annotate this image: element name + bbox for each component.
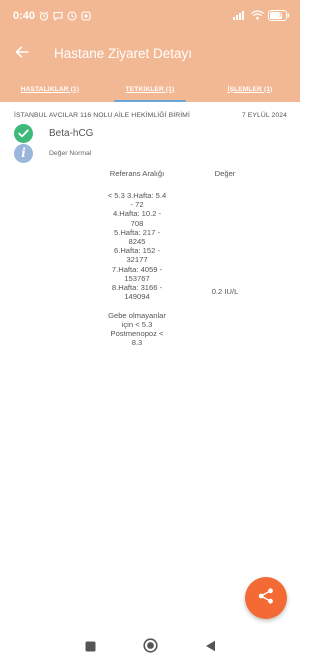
message-icon bbox=[53, 11, 63, 21]
tab-label: İŞLEMLER (1) bbox=[227, 85, 273, 93]
home-circle-icon bbox=[142, 637, 158, 658]
facility-name: İSTANBUL AVCILAR 116 NOLU AİLE HEKİMLİĞİ… bbox=[14, 112, 190, 119]
status-bar-right: 77 bbox=[233, 7, 290, 25]
test-status-row: i Değer Normal bbox=[0, 142, 300, 163]
share-icon bbox=[257, 587, 275, 610]
test-status-text: Değer Normal bbox=[49, 149, 92, 157]
reference-header: Referans Aralığı bbox=[109, 169, 165, 178]
clock-icon bbox=[67, 10, 77, 21]
page-title: Hastane Ziyaret Detayı bbox=[54, 46, 193, 61]
visit-date: 7 EYLÜL 2024 bbox=[241, 112, 287, 119]
tab-label: HASTALIKLAR (1) bbox=[20, 85, 80, 93]
tab-hastaliklar[interactable]: HASTALIKLAR (1) bbox=[0, 76, 100, 102]
status-time: 0:40 bbox=[13, 9, 36, 22]
status-bar-left: 0:40 bbox=[13, 10, 91, 22]
wifi-icon bbox=[251, 7, 264, 25]
info-icon: i bbox=[14, 143, 33, 163]
visit-info-row: İSTANBUL AVCILAR 116 NOLU AİLE HEKİMLİĞİ… bbox=[0, 102, 300, 119]
test-title-row: Beta-hCG bbox=[0, 120, 300, 143]
value-header: Değer bbox=[214, 169, 236, 178]
recents-button[interactable] bbox=[78, 636, 102, 660]
tab-tetkikler[interactable]: TETKİKLER (1) bbox=[100, 76, 200, 102]
share-button[interactable] bbox=[245, 577, 287, 619]
test-value: 0.2 IU/L bbox=[211, 287, 239, 296]
status-bar: 0:40 77 bbox=[0, 0, 300, 31]
signal-icon bbox=[233, 7, 247, 25]
battery-level: 77 bbox=[278, 12, 286, 19]
system-nav-bar bbox=[0, 628, 300, 667]
whatsapp-icon bbox=[81, 10, 91, 21]
test-name: Beta-hCG bbox=[49, 127, 94, 139]
back-triangle-icon bbox=[205, 639, 216, 657]
tab-islemler[interactable]: İŞLEMLER (1) bbox=[200, 76, 300, 102]
home-button[interactable] bbox=[138, 636, 162, 660]
reference-range: < 5.3 3.Hafta: 5.4 - 72 4.Hafta: 10.2 - … bbox=[107, 191, 167, 348]
tab-label: TETKİKLER (1) bbox=[125, 85, 175, 93]
app-bar: Hastane Ziyaret Detayı bbox=[0, 31, 300, 76]
alarm-icon bbox=[39, 10, 49, 21]
check-circle-icon bbox=[14, 123, 33, 143]
arrow-left-icon bbox=[15, 45, 29, 63]
test-detail-content: İSTANBUL AVCILAR 116 NOLU AİLE HEKİMLİĞİ… bbox=[0, 102, 300, 347]
tab-bar: HASTALIKLAR (1) TETKİKLER (1) İŞLEMLER (… bbox=[0, 76, 300, 102]
recents-square-icon bbox=[85, 639, 96, 657]
system-back-button[interactable] bbox=[198, 636, 222, 660]
back-button[interactable] bbox=[0, 31, 44, 76]
